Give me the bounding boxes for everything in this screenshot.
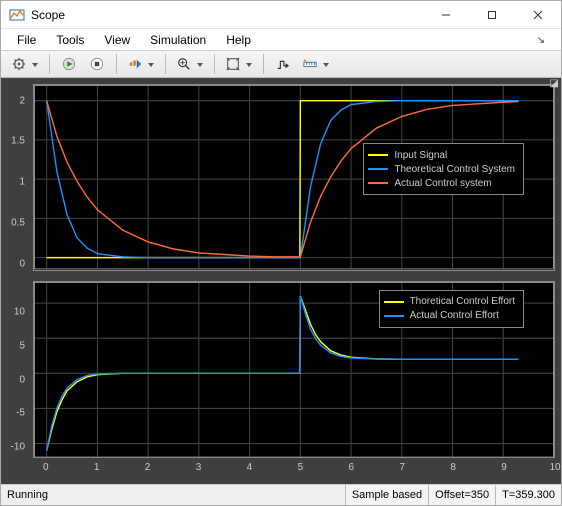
legend-2[interactable]: Thoretical Control Effort Actual Control … <box>379 290 524 328</box>
x-tick-label: 0 <box>43 462 49 473</box>
x-tick-label: 3 <box>196 462 202 473</box>
ruler-icon <box>303 57 317 71</box>
undock-icon[interactable]: ↘ <box>527 33 555 48</box>
axes-1[interactable]: Input Signal Theoretical Control System Ac… <box>33 84 555 270</box>
y-tick-label: 0.5 <box>11 218 25 229</box>
minimize-button[interactable] <box>423 1 469 28</box>
scope-app-icon <box>9 7 25 23</box>
zoom-in-icon <box>177 57 191 71</box>
gear-icon <box>12 57 26 71</box>
y-tick-label: -5 <box>16 408 25 419</box>
axes-2[interactable]: Thoretical Control Effort Actual Control … <box>33 281 555 459</box>
x-tick-label: 1 <box>94 462 100 473</box>
scope-marker-icon[interactable]: ◪ <box>550 78 559 89</box>
x-tick-label: 5 <box>298 462 304 473</box>
legend-item[interactable]: Actual Control Effort <box>384 309 515 323</box>
menu-file[interactable]: File <box>7 31 46 49</box>
y-tick-label: 0 <box>19 374 25 385</box>
legend-item[interactable]: Actual Control system <box>368 176 515 190</box>
legend-label: Theoretical Control System <box>394 164 515 175</box>
menubar: File Tools View Simulation Help ↘ <box>1 29 561 50</box>
y-tick-label: 1 <box>19 177 25 188</box>
stop-button[interactable] <box>84 52 110 76</box>
toolbar-separator <box>263 54 264 74</box>
zoom-button[interactable] <box>172 52 208 76</box>
step-button[interactable] <box>123 52 159 76</box>
close-button[interactable] <box>515 1 561 28</box>
x-tick-label: 8 <box>450 462 456 473</box>
statusbar: Running Sample based Offset=350 T=359.30… <box>1 484 561 505</box>
legend-label: Actual Control Effort <box>410 310 499 321</box>
autoscale-button[interactable] <box>221 52 257 76</box>
legend-item[interactable]: Thoretical Control Effort <box>384 295 515 309</box>
signals-button[interactable] <box>270 52 296 76</box>
stop-icon <box>90 57 104 71</box>
titlebar: Scope <box>1 1 561 29</box>
legend-label: Actual Control system <box>394 178 491 189</box>
x-tick-label: 10 <box>549 462 560 473</box>
legend-item[interactable]: Theoretical Control System <box>368 162 515 176</box>
x-tick-label: 9 <box>501 462 507 473</box>
status-running: Running <box>1 489 345 501</box>
run-icon <box>62 57 76 71</box>
toolbar-separator <box>49 54 50 74</box>
legend-1[interactable]: Input Signal Theoretical Control System Ac… <box>363 143 524 195</box>
x-tick-label: 2 <box>145 462 151 473</box>
y-tick-label: 10 <box>14 307 25 318</box>
plot-area: ◪ 00.511.52 -10-50510 Input SignalTheore… <box>1 78 561 484</box>
toolbar <box>1 50 561 78</box>
y-tick-label: -10 <box>11 441 25 452</box>
toolbar-separator <box>165 54 166 74</box>
y-tick-label: 0 <box>19 259 25 270</box>
maximize-button[interactable] <box>469 1 515 28</box>
x-tick-label: 4 <box>247 462 253 473</box>
window-title: Scope <box>31 8 423 22</box>
status-offset: Offset=350 <box>428 485 495 505</box>
window-controls <box>423 1 561 28</box>
menu-view[interactable]: View <box>94 31 140 49</box>
step-forward-icon <box>128 57 142 71</box>
legend-label: Thoretical Control Effort <box>410 296 515 307</box>
settings-button[interactable] <box>7 52 43 76</box>
status-sample: Sample based <box>345 485 428 505</box>
status-time: T=359.300 <box>495 485 561 505</box>
scope-window: Scope File Tools View Simulation Help ↘ <box>0 0 562 506</box>
menu-tools[interactable]: Tools <box>46 31 94 49</box>
y-tick-label: 5 <box>19 341 25 352</box>
run-button[interactable] <box>56 52 82 76</box>
signals-icon <box>276 57 290 71</box>
legend-label: Input Signal <box>394 150 447 161</box>
measurements-button[interactable] <box>298 52 334 76</box>
toolbar-separator <box>214 54 215 74</box>
autoscale-icon <box>226 57 240 71</box>
x-axis-ticks: 012345678910 <box>33 462 555 478</box>
y-tick-label: 2 <box>19 95 25 106</box>
menu-simulation[interactable]: Simulation <box>140 31 216 49</box>
y-tick-label: 1.5 <box>11 136 25 147</box>
x-tick-label: 6 <box>349 462 355 473</box>
menu-help[interactable]: Help <box>216 31 261 49</box>
legend-item[interactable]: Input Signal <box>368 148 515 162</box>
y-gutter: 0 0.5 1 1.5 2 -10 -5 0 5 10 <box>7 84 33 484</box>
toolbar-separator <box>116 54 117 74</box>
x-tick-label: 7 <box>399 462 405 473</box>
